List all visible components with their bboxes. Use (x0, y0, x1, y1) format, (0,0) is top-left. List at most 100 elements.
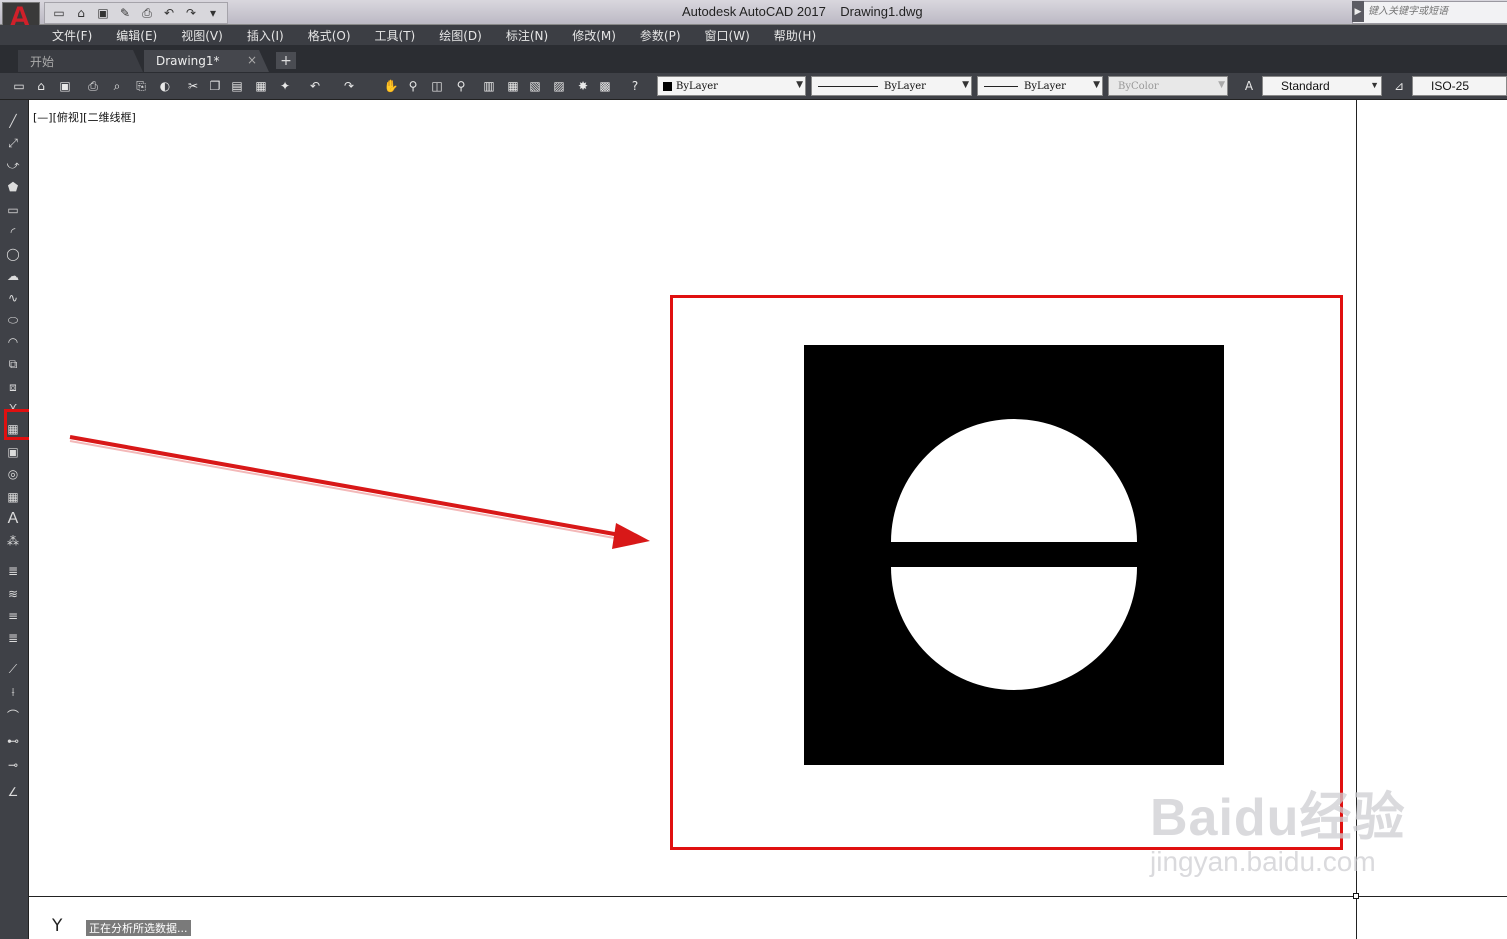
plot-preview-icon[interactable]: ⌕ (108, 77, 126, 95)
circle-icon[interactable]: ◯ (4, 245, 22, 263)
revision-cloud-icon[interactable]: ☁ (4, 267, 22, 285)
arrow-shadow (69, 440, 621, 540)
pan-icon[interactable]: ✋ (382, 77, 400, 95)
layer-previous-icon[interactable]: ≋ (4, 585, 22, 603)
plotstyle-dropdown[interactable]: ByColor ▼ (1108, 76, 1228, 96)
spline-icon[interactable]: ∿ (4, 289, 22, 307)
undo-icon[interactable]: ↶ (306, 77, 324, 95)
markup-icon[interactable]: ✸ (574, 77, 592, 95)
table-icon[interactable]: ▦ (4, 488, 22, 506)
save-as-icon[interactable]: ✎ (115, 4, 135, 22)
undo-icon[interactable]: ↶ (159, 4, 179, 22)
cut-icon[interactable]: ✂ (184, 77, 202, 95)
paste-icon[interactable]: ▤ (228, 77, 246, 95)
text-style-icon[interactable]: A (1240, 77, 1258, 95)
layer-walk-icon[interactable]: ≣ (4, 629, 22, 647)
menu-help[interactable]: 帮助(H) (762, 27, 828, 44)
layer-isolate-icon[interactable]: ≡ (4, 607, 22, 625)
rectangle-icon[interactable]: ▭ (4, 201, 22, 219)
plot-icon[interactable]: ⎙ (137, 4, 157, 22)
make-block-icon[interactable]: ⧈ (4, 378, 22, 396)
construction-line-icon[interactable]: ⤢ (4, 134, 22, 152)
ellipse-arc-icon[interactable]: ◠ (4, 333, 22, 351)
arc-length-icon[interactable]: ⌒ (4, 706, 22, 724)
new-tab-button[interactable]: + (276, 52, 296, 69)
polyline-icon[interactable]: ⤻ (4, 156, 22, 174)
search-input[interactable] (1368, 4, 1503, 18)
chevron-down-icon: ▼ (796, 80, 803, 90)
3d-print-icon[interactable]: ◐ (156, 77, 174, 95)
sheet-set-icon[interactable]: ▨ (550, 77, 568, 95)
color-value: ByLayer (676, 80, 718, 92)
copy-icon[interactable]: ❐ (206, 77, 224, 95)
tool-palettes-icon[interactable]: ▧ (526, 77, 544, 95)
new-icon[interactable]: ▭ (49, 4, 69, 22)
polygon-icon[interactable]: ⬟ (4, 178, 22, 196)
ellipse-icon[interactable]: ⬭ (4, 311, 22, 329)
menu-file[interactable]: 文件(F) (40, 27, 104, 44)
match-properties-icon[interactable]: ▦ (252, 77, 270, 95)
chevron-right-icon[interactable]: ▶ (1352, 1, 1364, 22)
dimension-style-icon[interactable]: ⊿ (1390, 77, 1408, 95)
linear-dimension-icon[interactable]: ⟋ (4, 660, 22, 678)
lineweight-dropdown[interactable]: ByLayer ▼ (977, 76, 1103, 96)
lineweight-value: ByLayer (1024, 80, 1066, 92)
menu-insert[interactable]: 插入(I) (235, 27, 296, 44)
menu-draw[interactable]: 绘图(D) (427, 27, 494, 44)
save-icon[interactable]: ▣ (93, 4, 113, 22)
text-style-dropdown[interactable]: Standard ▼ (1262, 76, 1382, 96)
aligned-dimension-icon[interactable]: ⟊ (4, 683, 22, 701)
layer-icon[interactable]: ≣ (4, 562, 22, 580)
menu-view[interactable]: 视图(V) (169, 27, 235, 44)
open-icon[interactable]: ⌂ (71, 4, 91, 22)
menu-window[interactable]: 窗口(W) (693, 27, 762, 44)
dimension-style-dropdown[interactable]: ISO-25 (1412, 76, 1507, 96)
menu-format[interactable]: 格式(O) (296, 27, 363, 44)
properties-icon[interactable]: ▥ (480, 77, 498, 95)
plot-icon[interactable]: ⎙ (84, 77, 102, 95)
result-highlight-frame (670, 295, 1343, 850)
chevron-down-icon: ▼ (1093, 80, 1100, 90)
diameter-dimension-icon[interactable]: ⊸ (4, 756, 22, 774)
region-icon[interactable]: ◎ (4, 465, 22, 483)
chevron-down-icon: ▼ (962, 80, 969, 90)
menu-tools[interactable]: 工具(T) (363, 27, 428, 44)
new-icon[interactable]: ▭ (10, 77, 28, 95)
crosshair-pickbox (1353, 893, 1359, 899)
status-message: 正在分析所选数据... (86, 920, 191, 936)
multiline-text-icon[interactable]: A (4, 510, 22, 528)
menu-edit[interactable]: 编辑(E) (104, 27, 169, 44)
redo-icon[interactable]: ↷ (181, 4, 201, 22)
calculator-icon[interactable]: ▩ (596, 77, 614, 95)
tab-start[interactable]: 开始 (18, 50, 143, 72)
arrow-shaft (69, 435, 621, 537)
menu-dimension[interactable]: 标注(N) (494, 27, 560, 44)
radius-dimension-icon[interactable]: ⊷ (4, 732, 22, 750)
color-dropdown[interactable]: ByLayer ▼ (657, 76, 806, 96)
menu-modify[interactable]: 修改(M) (560, 27, 628, 44)
close-icon[interactable]: × (247, 53, 257, 67)
help-icon[interactable]: ? (626, 77, 644, 95)
arc-icon[interactable]: ◜ (4, 223, 22, 241)
lineweight-preview (984, 85, 1018, 87)
zoom-window-icon[interactable]: ◫ (428, 77, 446, 95)
linetype-dropdown[interactable]: ByLayer ▼ (811, 76, 972, 96)
block-editor-icon[interactable]: ✦ (276, 77, 294, 95)
menu-parametric[interactable]: 参数(P) (628, 27, 693, 44)
redo-icon[interactable]: ↷ (340, 77, 358, 95)
baidu-watermark: Baidu经验 jingyan.baidu.com (1150, 775, 1405, 878)
line-icon[interactable]: ╱ (4, 112, 22, 130)
viewport-controls[interactable]: [—][俯视][二维线框] (33, 109, 136, 125)
angular-dimension-icon[interactable]: ∠ (4, 783, 22, 801)
plotstyle-value: ByColor (1118, 80, 1159, 92)
zoom-previous-icon[interactable]: ⚲ (452, 77, 470, 95)
insert-block-icon[interactable]: ⧉ (4, 355, 22, 373)
open-icon[interactable]: ⌂ (32, 77, 50, 95)
customize-icon[interactable]: ▾ (203, 4, 223, 22)
design-center-icon[interactable]: ▦ (504, 77, 522, 95)
publish-icon[interactable]: ⎘ (132, 77, 150, 95)
zoom-realtime-icon[interactable]: ⚲ (404, 77, 422, 95)
gradient-icon[interactable]: ▣ (4, 443, 22, 461)
add-selected-icon[interactable]: ⁂ (4, 532, 22, 550)
save-icon[interactable]: ▣ (56, 77, 74, 95)
